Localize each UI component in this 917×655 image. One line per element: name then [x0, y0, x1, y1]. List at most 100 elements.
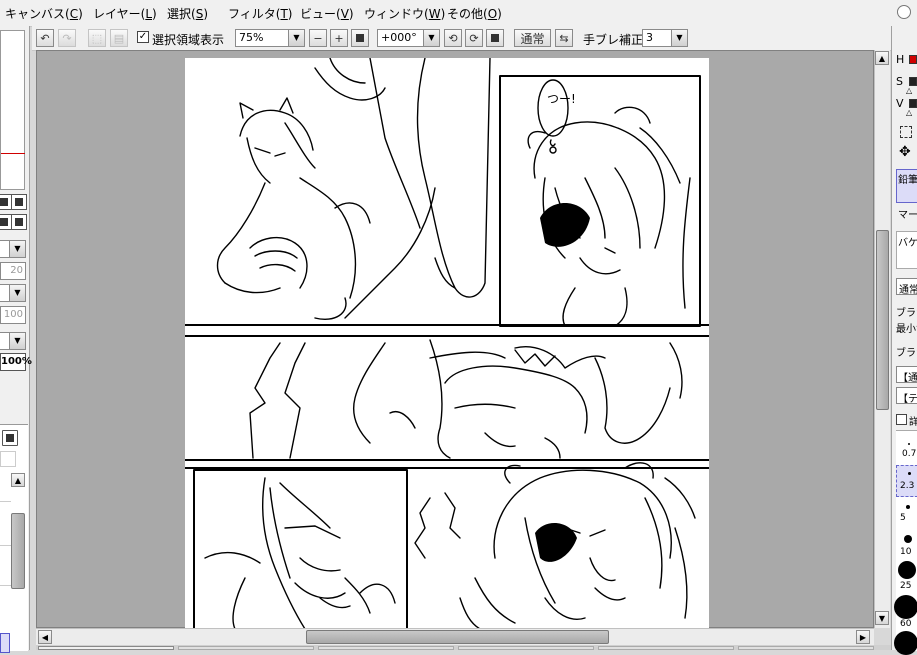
brush-mode-value: 【通 — [898, 373, 917, 384]
color-wheel-icon[interactable] — [897, 5, 911, 19]
min-size-label: 最小サ — [896, 324, 917, 335]
panel-button[interactable] — [11, 214, 27, 230]
chevron-down-icon: ▼ — [9, 333, 25, 349]
value-field-20[interactable]: 20 — [0, 262, 26, 280]
brush-blend-select[interactable]: 通常 — [896, 278, 917, 296]
blend-mode-button[interactable]: 通常 — [514, 29, 551, 47]
rotation-select[interactable]: +000° ▼ — [377, 29, 440, 47]
scroll-down-icon[interactable]: ▼ — [875, 611, 889, 625]
brush-mode-select[interactable]: 【通 — [896, 366, 917, 384]
square-icon — [356, 34, 364, 42]
stabilizer-value: 3 — [646, 31, 653, 44]
detail-label: 詳 — [909, 417, 917, 428]
rotate-reset-button[interactable] — [486, 29, 504, 47]
scroll-right-icon[interactable]: ▶ — [856, 630, 870, 644]
menu-view[interactable]: ビュー(V) — [300, 5, 354, 22]
scroll-left-icon[interactable]: ◀ — [38, 630, 52, 644]
layer-scroll-thumb[interactable] — [11, 513, 25, 589]
rotate-cw-button[interactable]: ⟳ — [465, 29, 483, 47]
toolbar: ↶ ↷ ⬚ ▤ ✓ 選択領域表示 75% ▼ − + +000° ▼ ⟲ ⟳ 通… — [32, 26, 892, 51]
value-slider-handle[interactable] — [909, 99, 917, 108]
scroll-up-icon[interactable]: ▲ — [875, 51, 889, 65]
redo-button[interactable]: ↷ — [58, 29, 76, 47]
navigator-view-marker — [1, 153, 25, 154]
vertical-scroll-thumb[interactable] — [876, 230, 889, 410]
left-select[interactable]: ▼ — [0, 332, 26, 350]
stabilizer-select[interactable]: 3 ▼ — [642, 29, 688, 47]
deselect-button[interactable]: ⬚ — [88, 29, 106, 47]
menu-layer[interactable]: レイヤー(L) — [93, 5, 157, 22]
manga-artwork: つー! — [185, 58, 709, 629]
move-tool-icon[interactable]: ✥ — [899, 144, 911, 160]
zoom-in-button[interactable]: + — [330, 29, 348, 47]
menu-other[interactable]: その他(O) — [447, 5, 502, 22]
undo-icon: ↶ — [40, 31, 50, 45]
document-tab[interactable] — [178, 646, 314, 650]
size-10[interactable]: 10 — [900, 547, 911, 557]
value-label: V — [896, 97, 904, 110]
zoom-select[interactable]: 75% ▼ — [235, 29, 305, 47]
selection-tool-icon[interactable] — [900, 126, 912, 138]
left-select[interactable]: ▼ — [0, 240, 26, 258]
brush-size-list: 0.7 2.3 5 10 25 60 — [894, 430, 917, 655]
brush-blend-value: 通常 — [899, 285, 917, 296]
menu-select[interactable]: 選択(S) — [167, 5, 208, 22]
detail-checkbox[interactable] — [896, 414, 907, 425]
invert-selection-icon: ▤ — [113, 31, 125, 45]
canvas-vertical-scrollbar[interactable]: ▲ ▼ — [874, 50, 890, 628]
undo-button[interactable]: ↶ — [36, 29, 54, 47]
menu-filter[interactable]: フィルタ(T) — [228, 5, 292, 22]
hue-slider-handle[interactable] — [909, 55, 917, 64]
document-tab[interactable] — [318, 646, 454, 650]
size-0-7[interactable]: 0.7 — [902, 449, 916, 459]
menu-canvas[interactable]: キャンバス(C) — [5, 5, 83, 22]
canvas-horizontal-scrollbar[interactable]: ◀ ▶ — [36, 628, 874, 645]
panel-button[interactable] — [11, 194, 27, 210]
brush-shape-label: ブラシ — [896, 308, 917, 319]
tool-marker-label[interactable]: マーカ — [898, 206, 917, 221]
brush-texture-select[interactable]: 【テ — [896, 387, 917, 405]
document-tab[interactable] — [738, 646, 874, 650]
zoom-out-button[interactable]: − — [309, 29, 327, 47]
menu-window[interactable]: ウィンドウ(W) — [364, 5, 445, 22]
opacity-field[interactable]: 100% — [0, 353, 32, 371]
stabilizer-label: 手ブレ補正 — [583, 33, 644, 47]
horizontal-scroll-thumb[interactable] — [306, 630, 609, 644]
flip-horizontal-button[interactable]: ⇆ — [555, 29, 573, 47]
tool-bucket-label: バケツ — [898, 238, 917, 249]
left-select[interactable]: ▼ — [0, 284, 26, 302]
size-5[interactable]: 5 — [900, 513, 906, 523]
chevron-down-icon: ▼ — [288, 30, 304, 46]
tool-pencil-selected[interactable]: 鉛筆 — [896, 169, 917, 203]
rotate-ccw-button[interactable]: ⟲ — [444, 29, 462, 47]
tool-pencil-label: 鉛筆 — [898, 175, 917, 186]
layer-visibility-button[interactable] — [2, 430, 18, 446]
size-2-3-selected[interactable]: 2.3 — [896, 465, 917, 497]
chevron-down-icon: ▼ — [9, 241, 25, 257]
value-field-100[interactable]: 100 — [0, 306, 26, 324]
zoom-reset-button[interactable] — [351, 29, 369, 47]
brush-dot-icon — [908, 443, 910, 445]
rotation-value: +000° — [381, 31, 417, 44]
size-2-3-label: 2.3 — [900, 481, 915, 491]
layer-scroll-up[interactable]: ▲ — [11, 473, 25, 487]
document-tab[interactable] — [458, 646, 594, 650]
minus-icon: − — [313, 31, 323, 45]
size-25[interactable]: 25 — [900, 581, 911, 591]
brush-dot-icon — [894, 595, 917, 619]
document-tab[interactable] — [38, 646, 174, 650]
tool-bucket-slot[interactable]: バケツ — [896, 231, 917, 269]
size-60[interactable]: 60 — [900, 619, 911, 629]
saturation-slider-handle[interactable] — [909, 77, 917, 86]
menu-bar: キャンバス(C) レイヤー(L) 選択(S) フィルタ(T) ビュー(V) ウィ… — [0, 0, 917, 27]
selected-layer[interactable] — [0, 633, 10, 653]
layer-list: ▲ — [0, 424, 28, 653]
document-tab[interactable] — [598, 646, 734, 650]
invert-selection-button[interactable]: ▤ — [110, 29, 128, 47]
zoom-value: 75% — [239, 31, 264, 44]
triangle-icon: △ — [906, 86, 913, 95]
manga-page: つー! — [185, 58, 709, 629]
show-selection-checkbox[interactable]: ✓ — [137, 31, 149, 43]
chevron-down-icon: ▼ — [671, 30, 687, 46]
canvas-area[interactable]: つー! — [36, 50, 874, 629]
